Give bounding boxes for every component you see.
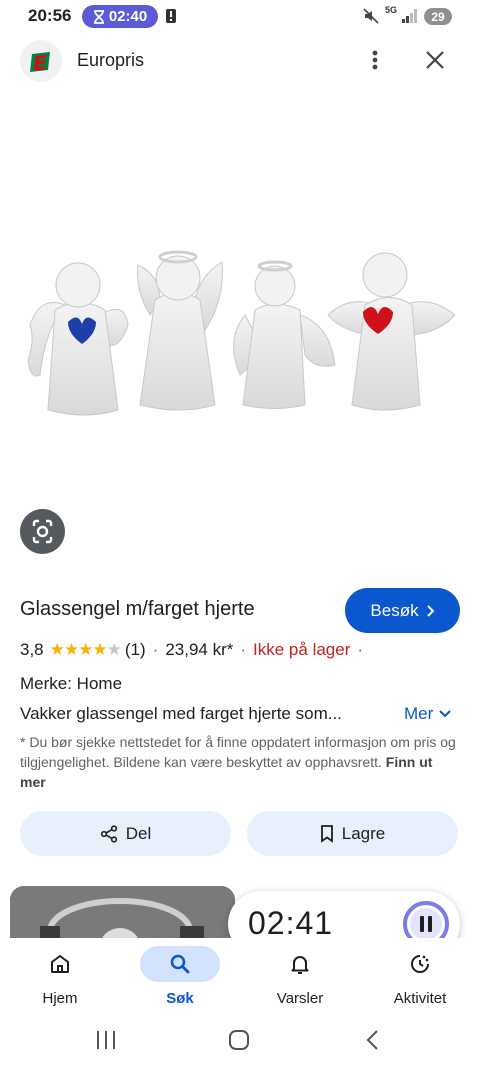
europris-logo-icon <box>30 52 50 72</box>
nav-home-label: Hjem <box>42 990 78 1007</box>
save-button[interactable]: Lagre <box>247 811 458 856</box>
status-time: 20:56 <box>28 6 72 25</box>
bell-icon <box>260 946 340 982</box>
review-count: (1) <box>124 640 146 659</box>
rating-value: 3,8 <box>20 640 44 659</box>
system-navigation-bar <box>0 1018 480 1070</box>
timer-pill-text: 02:40 <box>108 8 148 25</box>
more-link-label: Mer <box>404 704 434 723</box>
rating-row: 3,8 ★★★★★ (1) · 23,94 kr* · Ikke på lage… <box>20 640 370 660</box>
network-badge: 5G <box>385 5 398 15</box>
timer-pill[interactable]: 02:40 <box>82 5 158 28</box>
disclaimer: * Du bør sjekke nettstedet for å finne o… <box>20 732 460 792</box>
share-icon <box>100 824 117 843</box>
share-button[interactable]: Del <box>20 811 231 856</box>
save-button-label: Lagre <box>341 823 386 843</box>
signal-icon <box>402 9 417 23</box>
alert-icon <box>166 9 176 23</box>
bottom-navigation: Hjem Søk Varsler Aktivitet <box>0 938 480 1018</box>
nav-activity-label: Aktivitet <box>393 990 447 1007</box>
nav-search-label: Søk <box>166 990 194 1007</box>
product-description: Vakker glassengel med farget hjerte som.… <box>20 704 342 723</box>
bookmark-icon <box>320 824 333 843</box>
search-icon <box>140 946 220 982</box>
price: 23,94 kr* <box>165 640 234 659</box>
hourglass-icon <box>93 9 104 24</box>
product-title: Glassengel m/farget hjerte <box>20 598 255 620</box>
visit-button-label: Besøk <box>370 600 419 620</box>
site-name: Europris <box>77 50 145 70</box>
chevron-right-icon <box>426 604 435 617</box>
recent-apps-icon[interactable] <box>94 1030 118 1050</box>
share-button-label: Del <box>125 823 152 843</box>
separator: · <box>357 640 364 659</box>
separator: · <box>152 640 159 659</box>
more-vert-icon[interactable] <box>362 45 388 75</box>
glass-angels-photo <box>27 250 456 416</box>
home-button-icon[interactable] <box>228 1029 250 1051</box>
more-link[interactable]: Mer <box>404 704 451 724</box>
nav-search[interactable]: Søk <box>120 938 240 1018</box>
nav-notifications-label: Varsler <box>276 990 324 1007</box>
nav-activity[interactable]: Aktivitet <box>360 938 480 1018</box>
close-icon[interactable] <box>420 45 450 75</box>
home-icon <box>20 946 100 982</box>
stock-status: Ikke på lager <box>253 640 351 659</box>
next-result-photo <box>10 886 235 946</box>
activity-icon <box>380 946 460 982</box>
chevron-down-icon <box>439 710 451 718</box>
mute-icon <box>363 8 379 24</box>
rating-stars: ★★★★★ <box>49 640 122 659</box>
lens-icon <box>32 519 53 544</box>
next-result-thumbnail[interactable] <box>10 886 235 946</box>
visit-button[interactable]: Besøk <box>345 588 460 633</box>
floating-timer-time: 02:41 <box>248 905 334 941</box>
europris-logo[interactable] <box>20 40 62 82</box>
separator: · <box>240 640 247 659</box>
product-image[interactable] <box>0 100 480 500</box>
back-icon[interactable] <box>364 1029 380 1051</box>
nav-home[interactable]: Hjem <box>0 938 120 1018</box>
nav-notifications[interactable]: Varsler <box>240 938 360 1018</box>
google-lens-button[interactable] <box>20 509 65 554</box>
brand-label: Merke: Home <box>20 674 123 693</box>
battery-indicator: 29 <box>424 8 452 25</box>
battery-level: 29 <box>431 9 445 24</box>
status-bar: 20:56 02:40 5G 29 <box>0 0 480 34</box>
